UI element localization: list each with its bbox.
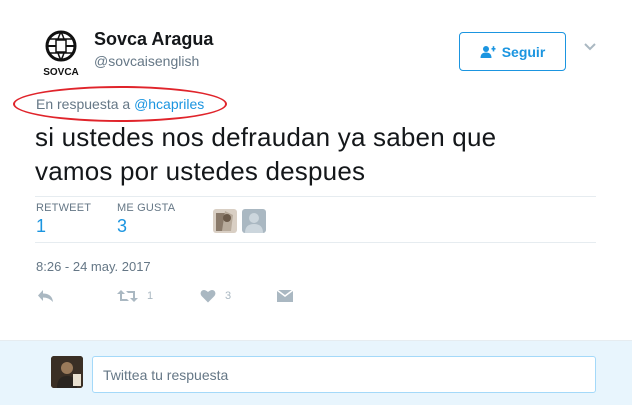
tweet-text-line: si ustedes nos defraudan ya saben que (35, 122, 497, 152)
user-photo-icon (51, 356, 83, 388)
like-button[interactable]: 3 (200, 289, 231, 303)
tweet-text-line: vamos por ustedes despues (35, 156, 366, 186)
reply-input[interactable]: Twittea tu respuesta (92, 356, 596, 393)
tweet-text: si ustedes nos defraudan ya saben que va… (35, 120, 595, 188)
avatar[interactable]: SOVCA (35, 27, 87, 79)
highlight-circle (13, 86, 227, 122)
retweet-stat-count[interactable]: 1 (36, 216, 91, 237)
chevron-down-icon[interactable] (583, 42, 597, 52)
liker-avatar[interactable] (242, 209, 266, 233)
default-user-icon (242, 209, 266, 233)
heart-icon (200, 289, 216, 303)
tweet-card: SOVCA Sovca Aragua @sovcaisenglish Segui… (0, 0, 632, 340)
direct-message-button[interactable] (277, 289, 293, 303)
retweet-icon (117, 290, 138, 302)
likes-stat-label: ME GUSTA (117, 202, 176, 214)
retweet-stat-label: RETWEET (36, 202, 92, 214)
reply-bar: Twittea tu respuesta (0, 340, 632, 405)
envelope-icon (277, 289, 293, 302)
follow-button[interactable]: Seguir (459, 32, 566, 71)
current-user-avatar[interactable] (51, 356, 83, 388)
divider (35, 196, 596, 197)
retweet-button[interactable]: 1 (117, 289, 153, 303)
tweet-timestamp[interactable]: 8:26 - 24 may. 2017 (36, 259, 151, 274)
svg-text:SOVCA: SOVCA (43, 67, 79, 78)
liker-avatar[interactable] (213, 209, 237, 233)
sovca-logo-icon: SOVCA (43, 30, 79, 78)
add-user-icon (480, 45, 496, 58)
like-action-count: 3 (225, 290, 232, 302)
user-photo-icon (213, 209, 237, 233)
divider (35, 242, 596, 243)
reply-button[interactable] (37, 289, 54, 303)
likes-stat[interactable]: ME GUSTA 3 (117, 202, 175, 237)
retweet-action-count: 1 (147, 290, 154, 302)
likes-stat-count[interactable]: 3 (117, 216, 175, 237)
display-name[interactable]: Sovca Aragua (94, 29, 213, 50)
retweet-stat[interactable]: RETWEET 1 (36, 202, 91, 237)
user-handle[interactable]: @sovcaisenglish (94, 53, 199, 69)
follow-button-label: Seguir (501, 43, 546, 60)
reply-icon (38, 290, 53, 302)
